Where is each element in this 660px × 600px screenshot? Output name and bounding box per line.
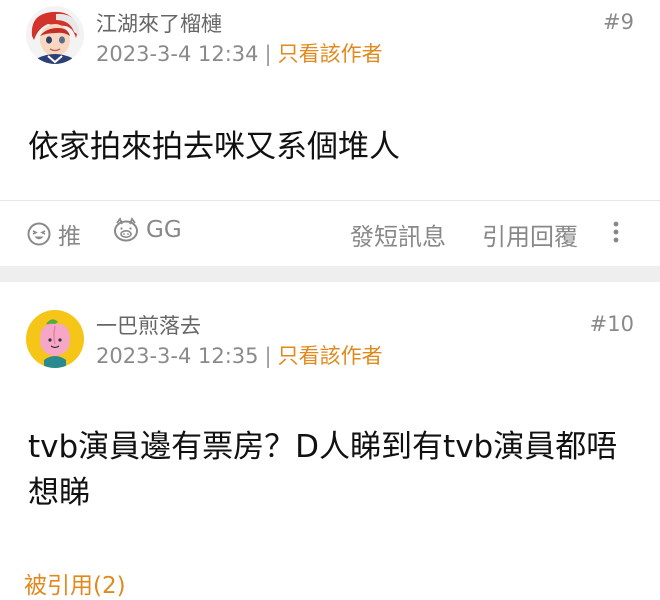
post-9: 江湖來了榴槤 2023-3-4 12:34 | 只看該作者 #9 依家拍來拍去咪又系… bbox=[0, 0, 660, 266]
quote-reply-button[interactable]: 引用回覆 bbox=[482, 217, 578, 252]
smiley-face-icon bbox=[27, 222, 51, 246]
only-author-link[interactable]: 只看該作者 bbox=[278, 42, 383, 66]
user-avatar[interactable] bbox=[26, 6, 84, 64]
meta-separator: | bbox=[264, 42, 272, 66]
meta-separator: | bbox=[264, 344, 272, 368]
only-author-link[interactable]: 只看該作者 bbox=[278, 344, 383, 368]
user-avatar[interactable] bbox=[26, 310, 84, 368]
post-action-bar: 推 GG 發短訊息 引用回覆 bbox=[0, 200, 660, 266]
like-button[interactable]: 推 bbox=[26, 217, 81, 251]
anime-avatar-icon bbox=[26, 6, 84, 64]
gg-label: GG bbox=[146, 217, 182, 243]
pig-face-icon bbox=[114, 217, 138, 242]
send-message-button[interactable]: 發短訊息 bbox=[350, 217, 446, 252]
username[interactable]: 江湖來了榴槤 bbox=[96, 8, 222, 38]
post-content: tvb演員邊有票房？D人睇到有tvb演員都唔想睇 bbox=[28, 429, 618, 511]
peach-avatar-icon bbox=[26, 310, 84, 368]
floor-number: #9 bbox=[603, 10, 634, 34]
post-meta: 2023-3-4 12:35 | 只看該作者 bbox=[96, 340, 383, 370]
floor-number: #10 bbox=[589, 312, 634, 336]
post-10: 一巴煎落去 2023-3-4 12:35 | 只看該作者 #10 tvb演員邊有票房… bbox=[0, 282, 660, 600]
post-date: 2023-3-4 12:34 bbox=[96, 42, 259, 66]
username[interactable]: 一巴煎落去 bbox=[96, 310, 201, 340]
gg-button[interactable]: GG bbox=[112, 217, 182, 243]
post-content: 依家拍來拍去咪又系個堆人 bbox=[28, 129, 400, 165]
post-date: 2023-3-4 12:35 bbox=[96, 344, 259, 368]
post-divider bbox=[0, 266, 660, 282]
quoted-by-link[interactable]: 被引用(2) bbox=[24, 566, 126, 600]
vertical-dots-icon bbox=[613, 221, 619, 243]
like-label: 推 bbox=[58, 224, 81, 250]
more-options-button[interactable] bbox=[612, 221, 620, 243]
post-meta: 2023-3-4 12:34 | 只看該作者 bbox=[96, 38, 383, 68]
